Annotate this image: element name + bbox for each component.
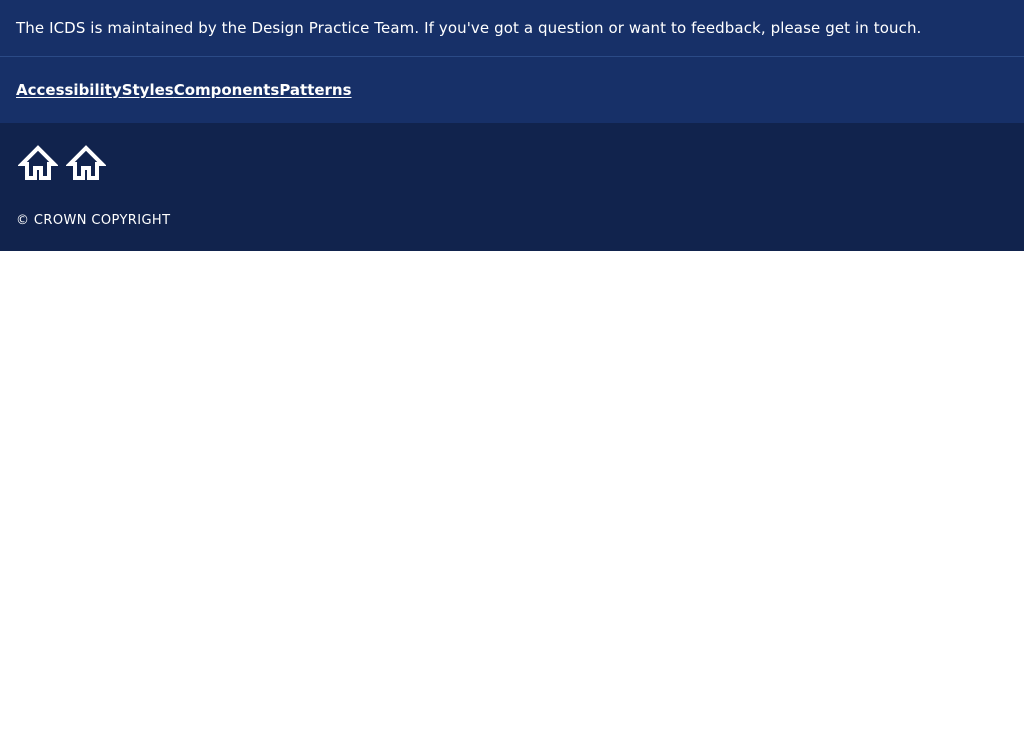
home-icon[interactable] <box>66 144 106 184</box>
nav-link-accessibility[interactable]: Accessibility <box>16 81 122 99</box>
copyright-text: © CROWN COPYRIGHT <box>16 213 171 228</box>
feedback-notice: The ICDS is maintained by the Design Pra… <box>0 0 1024 57</box>
feedback-notice-text: The ICDS is maintained by the Design Pra… <box>16 19 922 37</box>
nav-link-patterns[interactable]: Patterns <box>279 81 351 99</box>
site-footer: The ICDS is maintained by the Design Pra… <box>0 0 1024 251</box>
nav-link-styles[interactable]: Styles <box>122 81 174 99</box>
nav-link-components[interactable]: Components <box>174 81 280 99</box>
footer-bottom: © CROWN COPYRIGHT <box>0 123 1024 251</box>
footer-nav: Accessibility Styles Components Patterns <box>0 57 1024 123</box>
footer-logos <box>18 144 106 184</box>
home-icon[interactable] <box>18 144 58 184</box>
